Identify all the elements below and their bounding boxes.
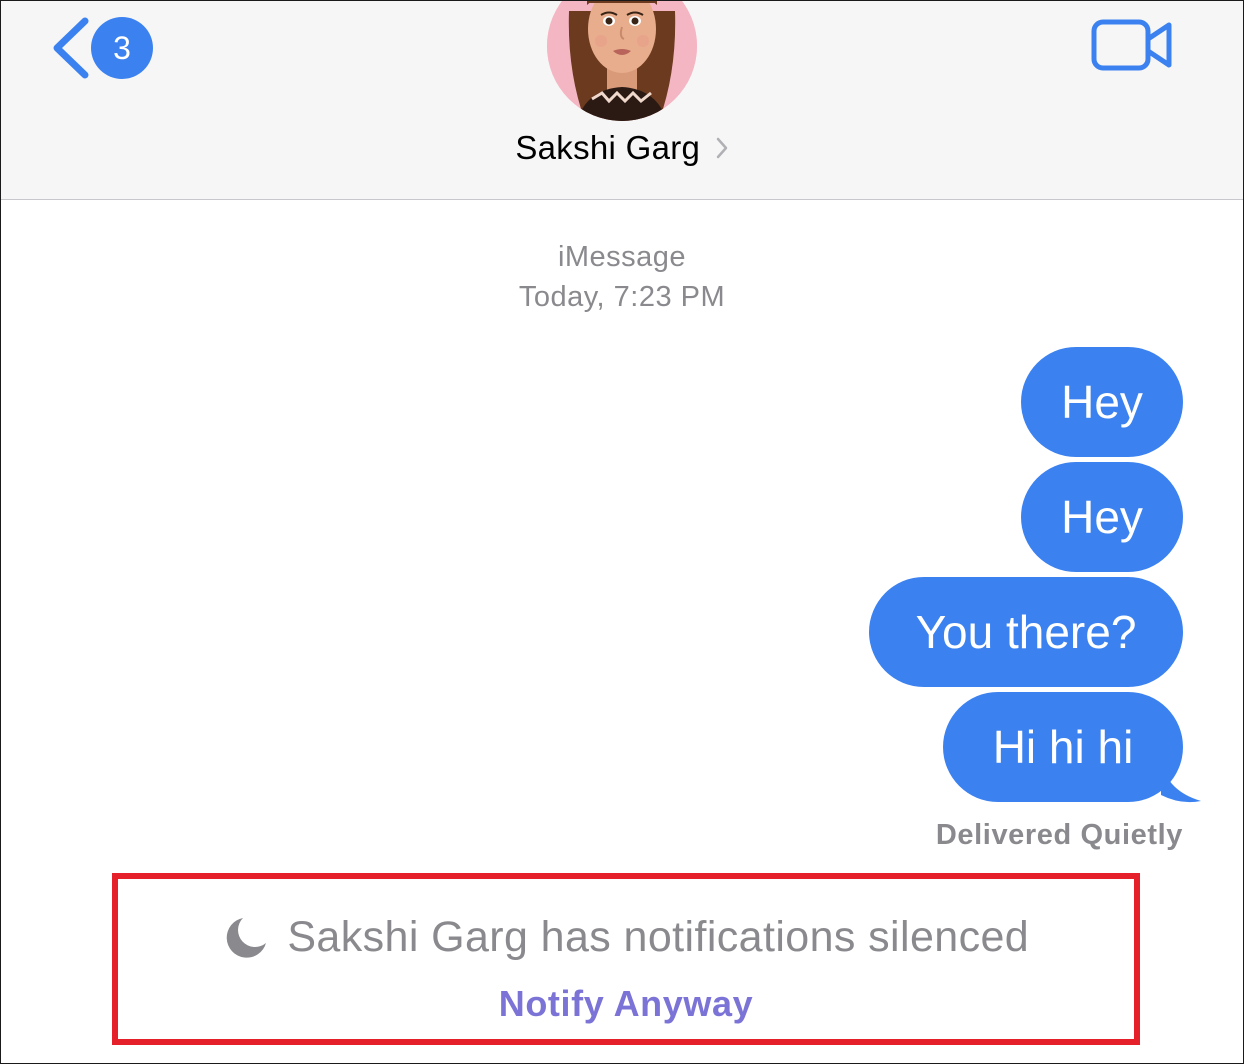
chevron-left-icon <box>53 17 89 79</box>
silenced-message: Sakshi Garg has notifications silenced <box>287 913 1030 961</box>
bubble-tail <box>1161 761 1201 803</box>
silenced-row: Sakshi Garg has notifications silenced <box>118 913 1134 962</box>
contact-name-button[interactable]: Sakshi Garg <box>1 129 1243 167</box>
facetime-video-icon[interactable] <box>1091 17 1173 73</box>
messages-screen: 3 Sakshi Garg iMessage Today, 7:23 PM He… <box>0 0 1244 1064</box>
memoji-avatar-image <box>547 1 697 121</box>
conversation-header: 3 Sakshi Garg <box>1 1 1243 200</box>
message-bubble[interactable]: Hi hi hi <box>943 692 1183 802</box>
delivery-status: Delivered Quietly <box>935 819 1183 851</box>
notify-anyway-button[interactable]: Notify Anyway <box>118 983 1134 1025</box>
service-label: iMessage <box>557 241 687 273</box>
message-bubble[interactable]: You there? <box>869 577 1183 687</box>
message-timestamp: Today, 7:23 PM <box>518 281 726 313</box>
contact-avatar[interactable] <box>547 1 697 121</box>
unread-count-badge: 3 <box>91 17 153 79</box>
focus-silenced-notice: Sakshi Garg has notifications silenced N… <box>112 873 1140 1045</box>
moon-icon <box>226 917 266 958</box>
back-button[interactable]: 3 <box>45 9 157 81</box>
contact-name: Sakshi Garg <box>515 129 701 166</box>
chevron-right-icon <box>716 137 727 159</box>
message-bubble[interactable]: Hey <box>1021 347 1183 457</box>
message-bubble[interactable]: Hey <box>1021 462 1183 572</box>
